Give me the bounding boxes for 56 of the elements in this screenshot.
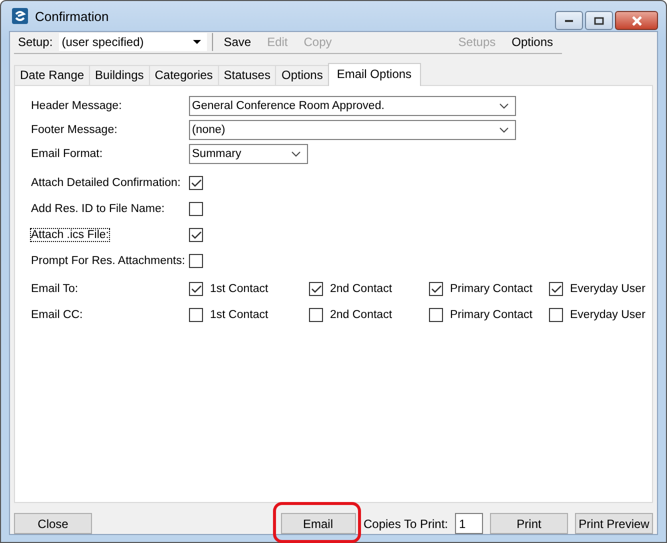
checkbox[interactable] [429, 308, 443, 322]
field-label: Email To: [31, 283, 80, 295]
setup-label: Setup: [17, 35, 54, 49]
option-label: Attach .ics File: [31, 229, 109, 241]
window-title: Confirmation [35, 8, 109, 24]
chevron-down-icon [291, 151, 301, 157]
checkbox[interactable] [189, 228, 203, 242]
field-label: Email CC: [31, 309, 84, 321]
app-logo-icon [12, 8, 28, 24]
close-button[interactable] [615, 11, 658, 30]
checkbox[interactable] [309, 308, 323, 322]
chevron-down-icon [499, 127, 509, 133]
checkbox[interactable] [189, 282, 203, 296]
checkbox-label: Primary Contact [450, 309, 532, 321]
option-label: Add Res. ID to File Name: [31, 203, 165, 215]
checkbox[interactable] [429, 282, 443, 296]
field-label: Email Format: [31, 148, 104, 160]
email-button[interactable]: Email [280, 513, 356, 534]
dropdown[interactable]: Summary [189, 144, 308, 164]
print-preview-button[interactable]: Print Preview [575, 513, 653, 534]
checkbox[interactable] [549, 308, 563, 322]
checkbox-label: Primary Contact [450, 283, 532, 295]
minimize-button[interactable] [555, 11, 583, 30]
option-label: Prompt For Res. Attachments: [31, 255, 186, 267]
dropdown-arrow-icon [192, 40, 201, 44]
field-label: Footer Message: [31, 124, 118, 136]
dropdown[interactable]: General Conference Room Approved. [189, 96, 516, 116]
checkbox[interactable] [189, 308, 203, 322]
copies-label: Copies To Print: [364, 516, 448, 530]
checkbox[interactable] [549, 282, 563, 296]
setup-dropdown[interactable]: (user specified) [58, 33, 207, 51]
checkbox[interactable] [189, 202, 203, 216]
tab[interactable]: Date Range [14, 65, 90, 85]
checkbox-label: Everyday User [570, 283, 646, 295]
option-label: Attach Detailed Confirmation: [31, 177, 181, 189]
maximize-button[interactable] [585, 11, 613, 30]
checkbox-label: Everyday User [570, 309, 646, 321]
close-icon [630, 16, 642, 26]
maximize-icon [594, 16, 604, 24]
toolbar-action[interactable]: Save [216, 35, 260, 49]
field-label: Header Message: [31, 100, 123, 112]
print-button[interactable]: Print [490, 513, 568, 534]
checkbox-label: 2nd Contact [330, 309, 392, 321]
checkbox-label: 1st Contact [210, 283, 268, 295]
dropdown[interactable]: (none) [189, 120, 516, 140]
checkbox[interactable] [189, 176, 203, 190]
chevron-down-icon [499, 103, 509, 109]
toolbar-action[interactable]: Options [504, 35, 562, 49]
checkbox-label: 2nd Contact [330, 283, 392, 295]
checkbox-label: 1st Contact [210, 309, 268, 321]
checkbox[interactable] [309, 282, 323, 296]
checkbox[interactable] [189, 254, 203, 268]
close-button[interactable]: Close [14, 513, 92, 534]
tab[interactable]: Email Options [328, 63, 421, 86]
minimize-icon [564, 18, 574, 22]
copies-input[interactable]: 1 [455, 513, 483, 534]
